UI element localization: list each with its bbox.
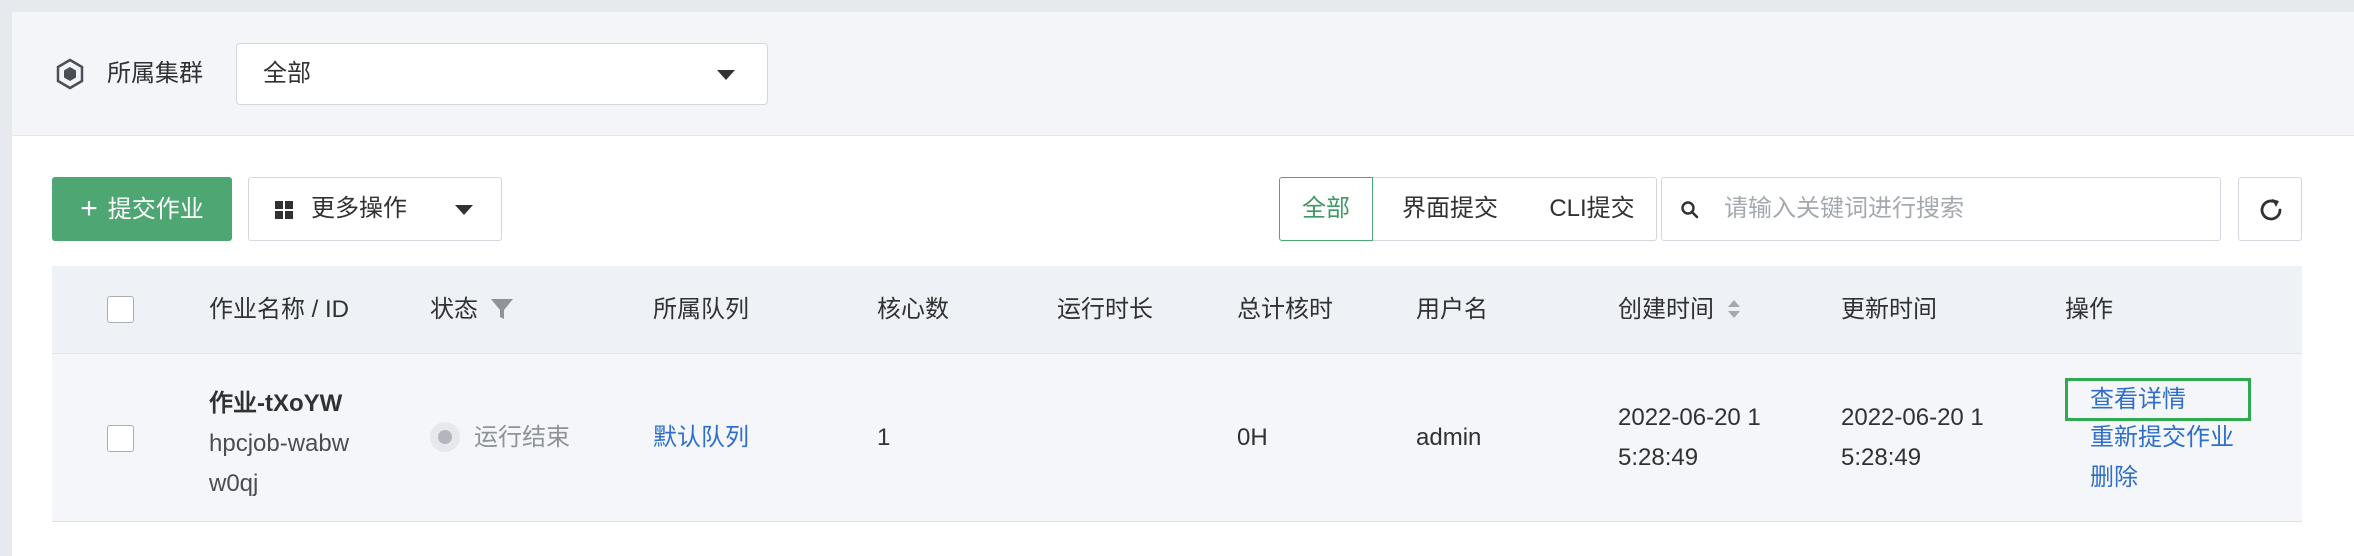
tab-all[interactable]: 全部 bbox=[1279, 177, 1373, 241]
table-row: 作业-tXoYW hpcjob-wabww0qj 运行结束 默认队列 1 0H … bbox=[52, 354, 2302, 522]
search-icon bbox=[1681, 201, 1699, 219]
job-updated-time: 2022-06-20 15:28:49 bbox=[1841, 404, 1984, 471]
cluster-cube-icon bbox=[56, 58, 84, 90]
header-actions: 操作 bbox=[2065, 296, 2113, 323]
chevron-down-icon bbox=[455, 205, 473, 215]
job-status-label: 运行结束 bbox=[474, 424, 570, 451]
filter-icon[interactable] bbox=[490, 297, 514, 321]
view-details-link[interactable]: 查看详情 bbox=[2065, 378, 2251, 421]
header-created-label: 创建时间 bbox=[1618, 296, 1714, 323]
job-corehours: 0H bbox=[1237, 424, 1268, 451]
table-header: 作业名称 / ID 状态 所属队列 核心数 运行时长 总计核时 用户名 创建时间… bbox=[52, 266, 2302, 354]
header-cores: 核心数 bbox=[877, 296, 949, 323]
header-corehours: 总计核时 bbox=[1237, 296, 1333, 323]
header-status-label: 状态 bbox=[430, 296, 478, 323]
search-input[interactable] bbox=[1724, 178, 2204, 239]
header-job-name: 作业名称 / ID bbox=[209, 296, 350, 323]
header-runtime: 运行时长 bbox=[1057, 296, 1153, 323]
job-cores: 1 bbox=[877, 424, 891, 451]
job-status: 运行结束 bbox=[430, 418, 570, 458]
cluster-filter-bar: 所属集群 全部 bbox=[12, 12, 2354, 136]
job-queue-link[interactable]: 默认队列 bbox=[653, 418, 749, 458]
job-created-time: 2022-06-20 15:28:49 bbox=[1618, 404, 1761, 471]
cluster-label: 所属集群 bbox=[107, 60, 203, 87]
refresh-button[interactable] bbox=[2238, 177, 2302, 241]
tab-cli-submit[interactable]: CLI提交 bbox=[1528, 177, 1657, 241]
status-dot-icon bbox=[430, 421, 460, 452]
header-username: 用户名 bbox=[1416, 296, 1488, 323]
resubmit-job-link[interactable]: 重新提交作业 bbox=[2065, 418, 2234, 458]
job-toolbar: + 提交作业 更多操作 全部 界面提交 CLI提交 bbox=[12, 177, 2354, 241]
header-status: 状态 bbox=[430, 266, 514, 354]
row-checkbox[interactable] bbox=[107, 425, 134, 452]
search-box bbox=[1661, 177, 2221, 241]
select-all-checkbox[interactable] bbox=[107, 296, 134, 323]
tab-ui-submit[interactable]: 界面提交 bbox=[1372, 177, 1529, 241]
submit-job-button[interactable]: + 提交作业 bbox=[52, 177, 232, 241]
cluster-select[interactable]: 全部 bbox=[236, 43, 768, 105]
more-actions-button[interactable]: 更多操作 bbox=[248, 177, 502, 241]
header-updated: 更新时间 bbox=[1841, 296, 1937, 323]
chevron-down-icon bbox=[717, 70, 735, 80]
grid-icon bbox=[275, 201, 293, 219]
submit-job-label: 提交作业 bbox=[107, 196, 204, 223]
cluster-select-value: 全部 bbox=[263, 60, 311, 87]
page-frame: 所属集群 全部 + 提交作业 更多操作 全部 界面提交 CLI提交 请输入关键词… bbox=[12, 12, 2354, 556]
delete-job-link[interactable]: 删除 bbox=[2065, 458, 2138, 498]
job-table: 作业名称 / ID 状态 所属队列 核心数 运行时长 总计核时 用户名 创建时间… bbox=[52, 266, 2302, 522]
header-queue: 所属队列 bbox=[653, 296, 749, 323]
refresh-icon bbox=[2260, 199, 2282, 221]
job-name: 作业-tXoYW bbox=[209, 390, 343, 417]
header-created[interactable]: 创建时间 bbox=[1618, 266, 1742, 354]
job-id: hpcjob-wabww0qj bbox=[209, 430, 350, 497]
plus-icon: + bbox=[80, 192, 98, 225]
more-actions-label: 更多操作 bbox=[311, 195, 407, 222]
sort-icon[interactable] bbox=[1726, 297, 1742, 321]
job-username: admin bbox=[1416, 424, 1482, 451]
